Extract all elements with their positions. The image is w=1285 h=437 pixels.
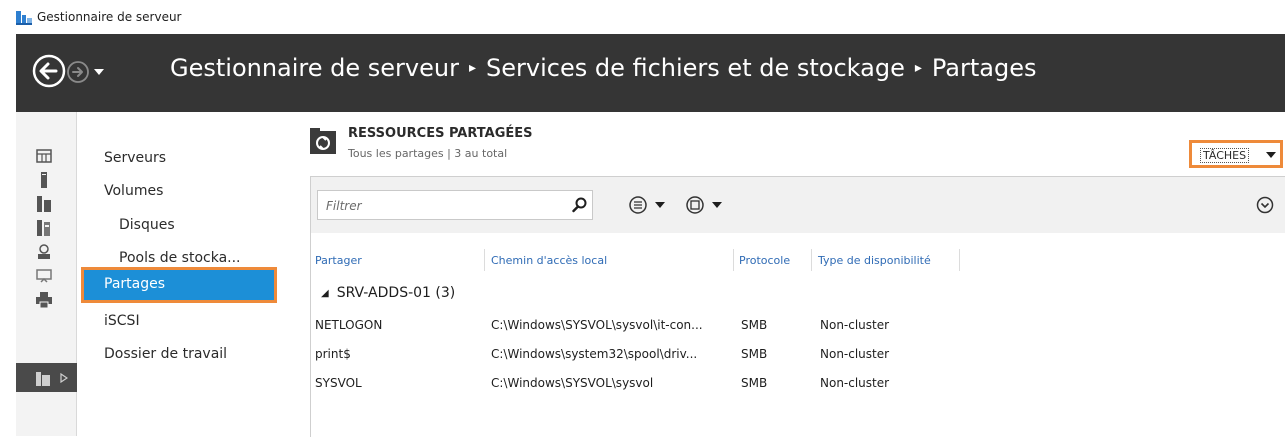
tasks-label: TÂCHES [1200,148,1250,163]
adds-icon[interactable] [36,220,52,236]
all-servers-icon[interactable] [36,196,52,212]
sidebar-item-iscsi[interactable]: iSCSI [104,313,140,329]
section-subheading: Tous les partages | 3 au total [348,147,508,160]
filter-input[interactable] [324,196,558,216]
cell-share: SYSVOL [315,376,362,390]
server-manager-icon [16,11,32,25]
forward-arrow-icon[interactable] [66,60,90,84]
breadcrumb-separator-icon: ▸ [914,60,922,76]
cell-availability: Non-cluster [820,376,890,390]
file-storage-icon [36,372,50,386]
column-header-share[interactable]: Partager [315,254,362,267]
breadcrumb: Gestionnaire de serveur ▸ Services de fich… [170,54,1036,82]
breadcrumb-separator-icon: ▸ [468,60,477,76]
cell-protocol: SMB [741,318,768,332]
window-title: Gestionnaire de serveur [37,10,182,24]
shares-tile-icon [310,128,336,154]
cell-path: C:\Windows\SYSVOL\sysvol\it-con... [491,318,703,332]
hyper-v-icon[interactable] [36,268,52,284]
history-dropdown-icon[interactable] [93,66,105,78]
server-group-label: SRV-ADDS-01 (3) [336,285,456,301]
column-divider [484,249,485,271]
filter-box [317,190,593,220]
cell-protocol: SMB [741,347,768,361]
tasks-button[interactable]: TÂCHES [1189,140,1283,168]
breadcrumb-item-server-manager[interactable]: Gestionnaire de serveur [170,54,459,82]
title-bar: Gestionnaire de serveur [0,0,1285,34]
column-divider [733,249,734,271]
section-heading: RESSOURCES PARTAGÉES [348,126,533,141]
column-divider [959,249,960,271]
sidebar-item-work-folders[interactable]: Dossier de travail [104,346,227,362]
rail-active-item[interactable] [16,363,78,392]
cell-path: C:\Windows\SYSVOL\sysvol [491,376,654,390]
local-server-icon[interactable] [36,172,52,188]
column-divider [811,249,812,271]
list-view-dropdown-icon[interactable] [626,193,670,217]
chevron-down-icon [1266,152,1276,158]
server-group-row[interactable]: ◢ SRV-ADDS-01 (3) [321,285,455,301]
cell-share: print$ [315,347,351,361]
expand-panel-icon[interactable] [1255,195,1275,215]
sidebar-item-storage-pools[interactable]: Pools de stocka... [119,250,241,266]
sidebar-item-label: Partages [104,276,166,292]
cell-share: NETLOGON [315,318,383,332]
sidebar-item-shares[interactable]: Partages [81,267,277,303]
cell-availability: Non-cluster [820,318,890,332]
print-icon[interactable] [36,292,52,308]
dashboard-icon[interactable] [36,148,52,164]
collapse-triangle-icon[interactable]: ◢ [321,288,329,299]
shares-grid: Partager Chemin d'accès local Protocole … [310,176,1285,437]
breadcrumb-item-shares[interactable]: Partages [932,54,1037,82]
column-header-availability[interactable]: Type de disponibilité [818,254,931,267]
search-icon[interactable] [572,197,588,213]
cell-availability: Non-cluster [820,347,890,361]
cell-path: C:\Windows\system32\spool\driv... [491,347,698,361]
back-arrow-icon[interactable] [32,54,66,88]
icon-rail [16,112,78,436]
navigation-bar: Gestionnaire de serveur ▸ Services de fich… [16,34,1285,112]
sidebar-item-volumes[interactable]: Volumes [104,183,163,199]
column-header-local-path[interactable]: Chemin d'accès local [491,254,607,267]
dns-icon[interactable] [36,244,52,260]
column-header-protocol[interactable]: Protocole [739,254,790,267]
sidebar-item-servers[interactable]: Serveurs [104,150,166,166]
main-panel: RESSOURCES PARTAGÉES Tous les partages |… [290,112,1285,437]
save-query-dropdown-icon[interactable] [683,193,727,217]
sidebar-item-disks[interactable]: Disques [119,217,175,233]
grid-toolbar [311,177,1285,233]
expand-arrow-icon [60,373,68,383]
cell-protocol: SMB [741,376,768,390]
breadcrumb-item-file-storage[interactable]: Services de fichiers et de stockage [486,54,905,82]
